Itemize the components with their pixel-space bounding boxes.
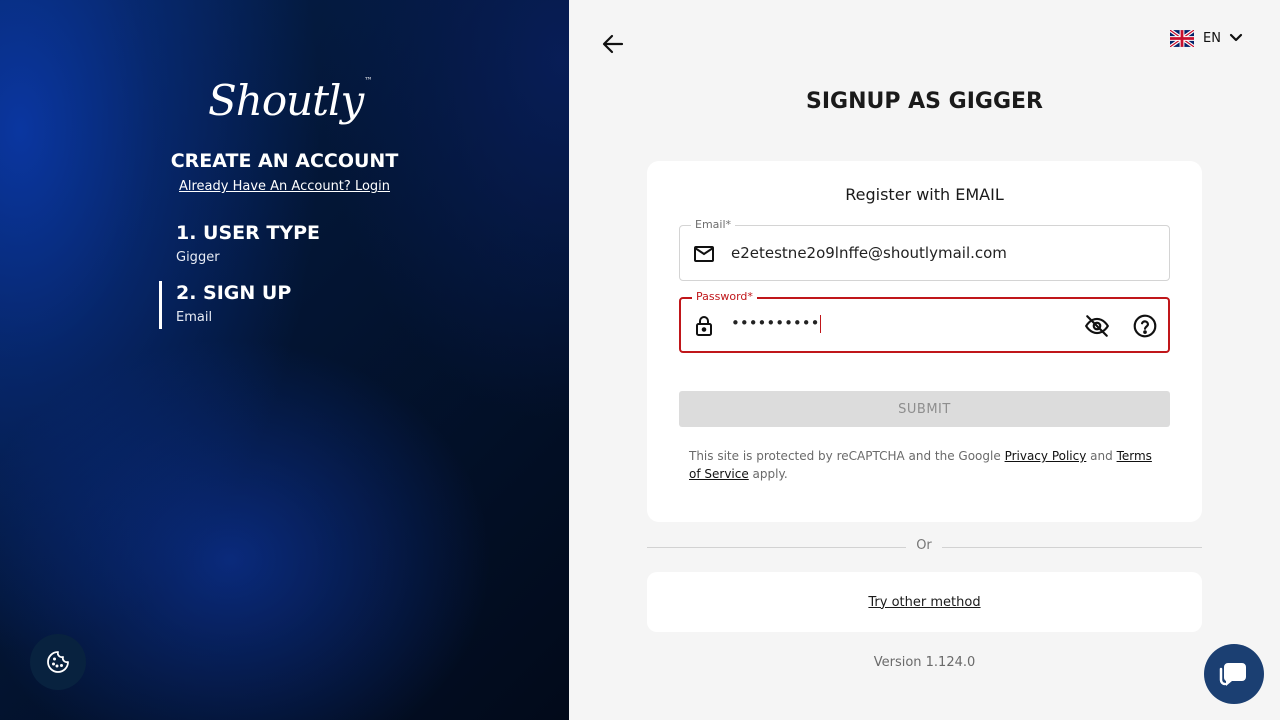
- step-sign-up: 2. SIGN UP Email: [176, 282, 291, 325]
- step-title: 1. USER TYPE: [176, 222, 321, 244]
- password-value: ••••••••••: [731, 314, 822, 333]
- back-button[interactable]: [601, 33, 625, 55]
- lock-icon: [696, 316, 712, 336]
- create-account-title: CREATE AN ACCOUNT: [170, 150, 399, 172]
- text-caret: [820, 314, 822, 333]
- submit-button[interactable]: SUBMIT: [679, 391, 1170, 427]
- form-subtitle: Register with EMAIL: [845, 185, 1004, 204]
- email-label: Email*: [691, 218, 736, 231]
- recaptcha-notice: This site is protected by reCAPTCHA and …: [689, 449, 1152, 481]
- try-other-method-link[interactable]: Try other method: [868, 595, 980, 610]
- register-email-card: Register with EMAIL Email* e2etestne2o9l…: [647, 161, 1202, 522]
- step-user-type: 1. USER TYPE Gigger: [176, 222, 320, 265]
- alternative-method-card: Try other method: [647, 572, 1202, 632]
- chat-icon: [1219, 663, 1246, 686]
- cookie-settings-button[interactable]: [30, 634, 86, 690]
- arrow-back-icon: [602, 34, 624, 54]
- login-link[interactable]: Already Have An Account? Login: [0, 179, 569, 194]
- help-circle-icon: [1133, 314, 1157, 338]
- password-help-button[interactable]: [1132, 313, 1158, 339]
- password-field[interactable]: Password* ••••••••••: [679, 290, 1170, 353]
- eye-off-icon: [1084, 315, 1110, 337]
- cookie-icon: [47, 651, 69, 673]
- password-label: Password*: [692, 290, 757, 303]
- shoutly-logo: Shoutly™: [208, 76, 372, 125]
- mail-icon: [694, 246, 714, 262]
- chevron-down-icon: [1229, 33, 1243, 42]
- left-panel: Shoutly™ CREATE AN ACCOUNT Already Have …: [0, 0, 569, 720]
- language-selector[interactable]: EN: [1170, 29, 1243, 47]
- toggle-password-visibility-button[interactable]: [1084, 313, 1110, 339]
- active-step-indicator: [159, 281, 162, 329]
- language-code: EN: [1203, 30, 1221, 46]
- email-value: e2etestne2o9lnffe@shoutlymail.com: [731, 244, 1007, 262]
- page-title: SIGNUP AS GIGGER: [805, 89, 1043, 114]
- step-subtitle: Email: [176, 310, 213, 325]
- privacy-policy-link[interactable]: Privacy Policy: [1005, 449, 1087, 463]
- step-title: 2. SIGN UP: [176, 282, 292, 304]
- step-subtitle: Gigger: [176, 250, 220, 265]
- uk-flag-icon: [1170, 29, 1194, 47]
- version-text: Version 1.124.0: [873, 655, 976, 670]
- divider-or-text: Or: [906, 538, 942, 553]
- email-field[interactable]: Email* e2etestne2o9lnffe@shoutlymail.com: [679, 218, 1170, 281]
- chat-button[interactable]: [1204, 644, 1264, 704]
